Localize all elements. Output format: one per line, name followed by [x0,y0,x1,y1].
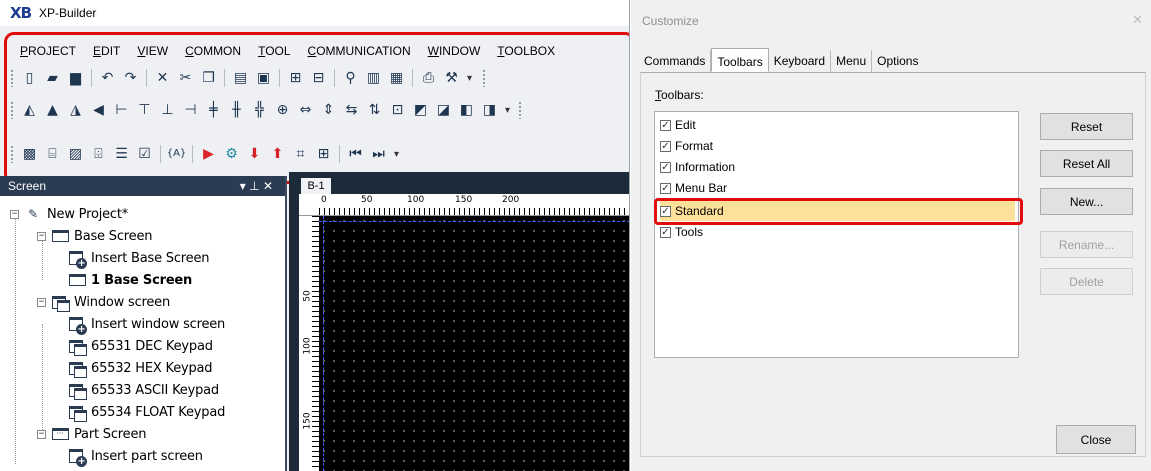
tree-item-label: 65533 ASCII Keypad [91,382,219,398]
project-edit-icon: ✎ [28,207,38,221]
tree-item-part-screen[interactable]: − ··· Part Screen [37,423,146,445]
tab-toolbars[interactable]: Toolbars [711,48,769,72]
tab-b-1[interactable]: B-1 [301,178,331,194]
list-item-label: Tools [675,225,704,239]
screen-editor: B-1 0 50 100 150 200 50 100 150 [289,172,629,471]
screen-icon [51,229,69,243]
tree-item-label: Part Screen [74,426,147,442]
insert-screen-icon [68,449,87,467]
new-button[interactable]: New... [1040,188,1133,215]
collapse-icon[interactable]: − [10,209,19,219]
list-item-edit[interactable]: ✓ Edit [660,115,696,135]
ruler-label: 200 [502,195,520,205]
guide-line [323,216,324,471]
list-item-information[interactable]: ✓ Information [660,157,735,177]
collapse-icon[interactable]: − [37,297,46,307]
tree-item-dec-keypad[interactable]: 65531 DEC Keypad [68,335,213,357]
tab-keyboard[interactable]: Keyboard [769,50,832,72]
design-canvas[interactable] [319,216,629,471]
title-bar: XB XP-Builder [0,0,629,26]
list-item-tools[interactable]: ✓ Tools [660,222,703,242]
screen-panel-header: Screen ▾ ⊥ ✕ [0,176,285,196]
xp-builder-window: XB XP-Builder PROJECT EDIT VIEW COMMON T… [0,0,630,471]
close-button[interactable]: Close [1056,425,1136,454]
app-title: XP-Builder [39,6,97,20]
checkbox-checked-icon[interactable]: ✓ [660,226,671,238]
list-item-menu-bar[interactable]: ✓ Menu Bar [660,178,727,198]
window-screen-icon [68,339,87,356]
toolbar-highlight-box [4,32,629,184]
tree-item-hex-keypad[interactable]: 65532 HEX Keypad [68,357,213,379]
vertical-ruler: 50 100 150 [299,216,319,471]
tree-item-label: Insert window screen [91,316,226,332]
screen-icon [68,273,86,287]
window-screen-icon [68,383,87,400]
guide-line [319,221,629,222]
tree-item-float-keypad[interactable]: 65534 FLOAT Keypad [68,401,225,423]
tree-line [42,324,43,434]
part-screen-icon: ··· [51,427,69,441]
dialog-tabs: Commands Toolbars Keyboard Menu Options [639,48,923,72]
ruler-label: 100 [407,195,425,205]
app-logo: XB [10,4,32,22]
tree-item-label: New Project* [47,206,129,222]
tree-item-label: Insert part screen [91,448,203,464]
tree-item-1-base-screen[interactable]: 1 Base Screen [68,269,192,291]
tree-item-insert-window-screen[interactable]: Insert window screen [68,313,225,335]
checkbox-checked-icon[interactable]: ✓ [660,182,671,194]
tree-item-label: Insert Base Screen [91,250,210,266]
screen-panel-title: Screen [8,179,47,193]
tree-item-label: 65532 HEX Keypad [91,360,213,376]
tree-item-label: 65531 DEC Keypad [91,338,213,354]
tab-commands[interactable]: Commands [639,50,712,72]
checkbox-checked-icon[interactable]: ✓ [660,140,671,152]
close-icon[interactable]: ✕ [1132,12,1143,28]
customize-dialog: Customize ✕ Commands Toolbars Keyboard M… [631,0,1151,471]
dialog-title: Customize [642,14,699,28]
collapse-icon[interactable]: − [37,429,46,439]
tree-item-label: Window screen [74,294,171,310]
screen-panel: Screen ▾ ⊥ ✕ − ✎ New Project* − Base Scr… [0,176,287,471]
checkbox-checked-icon[interactable]: ✓ [660,161,671,173]
tree-item-label: Base Screen [74,228,153,244]
tree-line [15,214,16,464]
window-screen-icon [68,405,87,422]
tab-menu[interactable]: Menu [831,50,873,72]
list-item-label: Menu Bar [675,181,728,195]
tree-item-insert-part-screen[interactable]: Insert part screen [68,445,203,467]
checkbox-checked-icon[interactable]: ✓ [660,119,671,131]
panel-controls-icon[interactable]: ▾ ⊥ ✕ [240,179,273,193]
collapse-icon[interactable]: − [37,231,46,241]
list-item-label: Edit [675,118,696,132]
rename-button[interactable]: Rename... [1040,231,1133,258]
reset-all-button[interactable]: Reset All [1040,150,1133,177]
ruler-label: 150 [455,195,473,205]
toolbars-list[interactable]: ✓ Edit ✓ Format ✓ Information ✓ Menu Bar… [654,111,1019,358]
tree-item-base-screen[interactable]: − Base Screen [37,225,152,247]
tree-item-ascii-keypad[interactable]: 65533 ASCII Keypad [68,379,219,401]
tree-item-label: 1 Base Screen [91,272,193,288]
list-item-label: Format [675,139,714,153]
tree-item-label: 65534 FLOAT Keypad [91,404,226,420]
list-item-label: Information [675,160,736,174]
window-screen-icon [51,295,70,312]
horizontal-ruler: 0 50 100 150 200 [299,194,629,216]
tab-options[interactable]: Options [872,50,923,72]
insert-screen-icon [68,251,87,269]
ruler-ticks [312,216,319,471]
window-screen-icon [68,361,87,378]
reset-button[interactable]: Reset [1040,113,1133,140]
ruler-label: 0 [321,195,327,205]
insert-screen-icon [68,317,87,335]
delete-button[interactable]: Delete [1040,268,1133,295]
list-item-format[interactable]: ✓ Format [660,136,713,156]
ruler-label: 50 [361,195,373,205]
tree-item-insert-base-screen[interactable]: Insert Base Screen [68,247,210,269]
tree-item-window-screen[interactable]: − Window screen [37,291,170,313]
toolbars-label: Toolbars: [655,88,704,102]
ruler-ticks [319,208,629,215]
standard-highlight-box [654,198,1023,225]
tree-item-project[interactable]: − ✎ New Project* [10,203,128,225]
